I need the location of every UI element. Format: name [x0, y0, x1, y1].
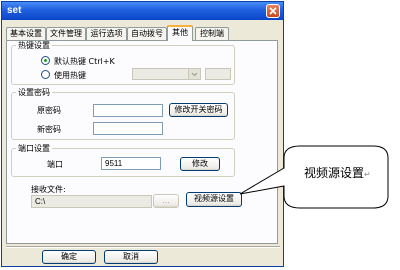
callout-bubble — [239, 145, 389, 209]
callout-label: 视频源设置 — [304, 166, 365, 180]
callout-text: 视频源设置↵ — [304, 164, 371, 181]
return-mark-icon: ↵ — [364, 170, 371, 179]
tab-label: 其他 — [172, 28, 188, 37]
tab-other[interactable]: 其他 — [167, 25, 193, 41]
